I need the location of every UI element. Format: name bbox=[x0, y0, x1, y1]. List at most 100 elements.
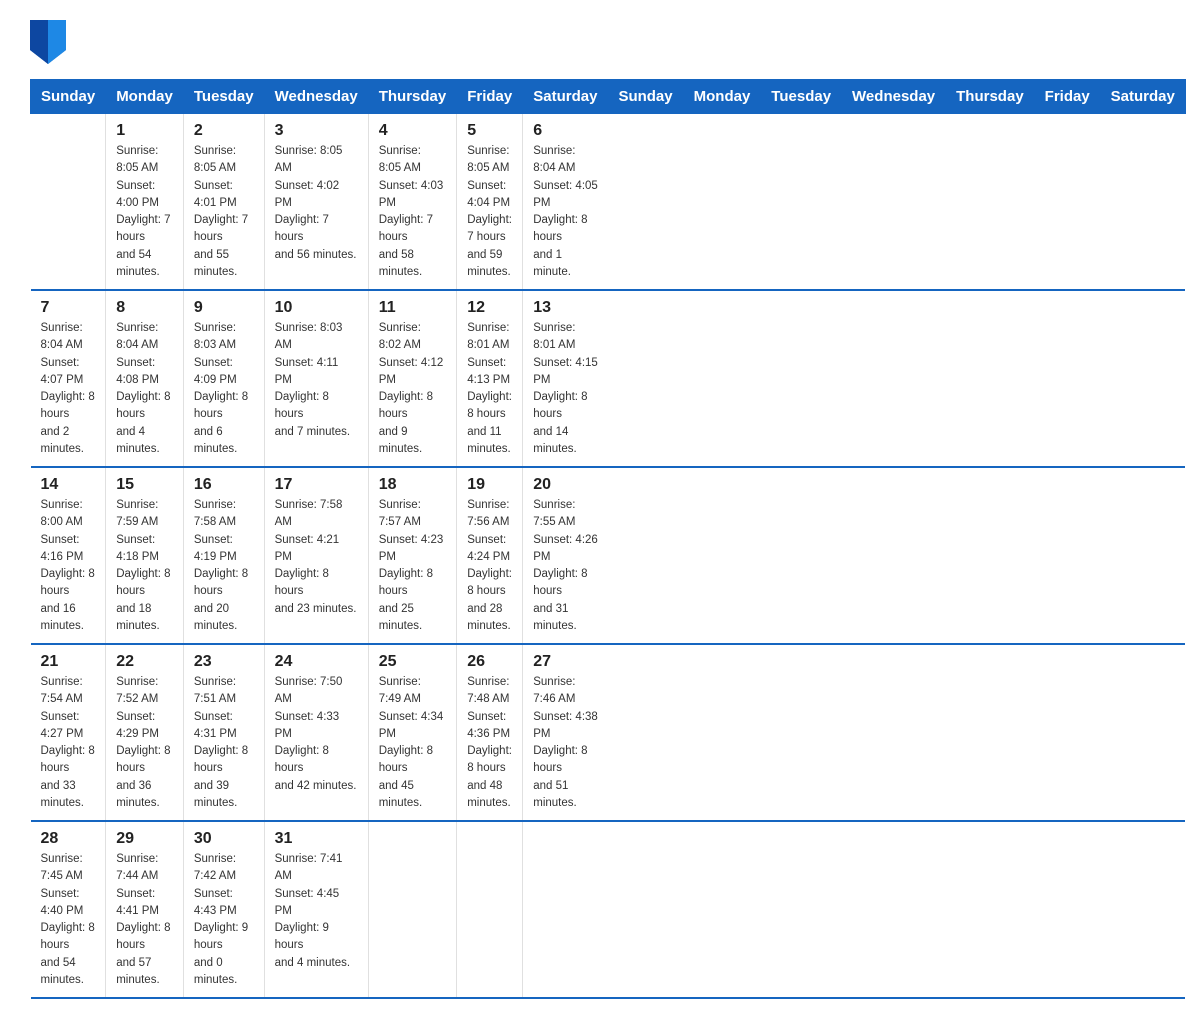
day-number: 16 bbox=[194, 476, 254, 494]
day-number: 10 bbox=[275, 299, 358, 317]
calendar-cell: 19 Sunrise: 7:56 AM Sunset: 4:24 PM Dayli… bbox=[457, 467, 523, 644]
day-info: Sunrise: 7:59 AM Sunset: 4:18 PM Dayligh… bbox=[116, 497, 173, 635]
day-info: Sunrise: 8:04 AM Sunset: 4:08 PM Dayligh… bbox=[116, 320, 173, 458]
calendar-week-row: 21 Sunrise: 7:54 AM Sunset: 4:27 PM Dayli… bbox=[31, 644, 1186, 821]
day-info: Sunrise: 8:04 AM Sunset: 4:07 PM Dayligh… bbox=[41, 320, 96, 458]
calendar-cell: 1 Sunrise: 8:05 AM Sunset: 4:00 PM Daylig… bbox=[106, 114, 184, 291]
day-number: 3 bbox=[275, 122, 358, 140]
calendar-week-row: 7 Sunrise: 8:04 AM Sunset: 4:07 PM Daylig… bbox=[31, 290, 1186, 467]
day-number: 12 bbox=[467, 299, 512, 317]
calendar-week-row: 14 Sunrise: 8:00 AM Sunset: 4:16 PM Dayli… bbox=[31, 467, 1186, 644]
day-info: Sunrise: 7:54 AM Sunset: 4:27 PM Dayligh… bbox=[41, 674, 96, 812]
calendar-cell: 18Sunrise: 7:57 AM Sunset: 4:23 PM Dayli… bbox=[368, 467, 457, 644]
header-day-saturday: Saturday bbox=[1100, 80, 1185, 114]
day-info: Sunrise: 7:49 AM Sunset: 4:34 PM Dayligh… bbox=[379, 674, 447, 812]
calendar-cell: 15 Sunrise: 7:59 AM Sunset: 4:18 PM Dayli… bbox=[106, 467, 184, 644]
calendar-cell: 14 Sunrise: 8:00 AM Sunset: 4:16 PM Dayli… bbox=[31, 467, 106, 644]
day-number: 1 bbox=[116, 122, 173, 140]
day-info: Sunrise: 8:05 AM Sunset: 4:01 PM Dayligh… bbox=[194, 143, 254, 281]
day-info: Sunrise: 7:44 AM Sunset: 4:41 PM Dayligh… bbox=[116, 851, 173, 989]
header-saturday: Saturday bbox=[523, 80, 608, 114]
day-number: 25 bbox=[379, 653, 447, 671]
day-info: Sunrise: 7:48 AM Sunset: 4:36 PM Dayligh… bbox=[467, 674, 512, 812]
day-number: 7 bbox=[41, 299, 96, 317]
calendar-cell: 8 Sunrise: 8:04 AM Sunset: 4:08 PM Daylig… bbox=[106, 290, 184, 467]
day-info: Sunrise: 7:42 AM Sunset: 4:43 PM Dayligh… bbox=[194, 851, 254, 989]
calendar-cell: 6Sunrise: 8:04 AM Sunset: 4:05 PM Daylig… bbox=[523, 114, 608, 291]
calendar-cell: 28Sunrise: 7:45 AM Sunset: 4:40 PM Dayli… bbox=[31, 821, 106, 998]
calendar-cell: 31 Sunrise: 7:41 AM Sunset: 4:45 PM Dayli… bbox=[264, 821, 368, 998]
day-info: Sunrise: 8:00 AM Sunset: 4:16 PM Dayligh… bbox=[41, 497, 96, 635]
calendar-cell: 10 Sunrise: 8:03 AM Sunset: 4:11 PM Dayli… bbox=[264, 290, 368, 467]
day-info: Sunrise: 8:03 AM Sunset: 4:11 PM Dayligh… bbox=[275, 320, 358, 441]
day-number: 20 bbox=[533, 476, 598, 494]
day-number: 13 bbox=[533, 299, 598, 317]
day-info: Sunrise: 8:05 AM Sunset: 4:00 PM Dayligh… bbox=[116, 143, 173, 281]
calendar-cell: 21 Sunrise: 7:54 AM Sunset: 4:27 PM Dayli… bbox=[31, 644, 106, 821]
day-number: 24 bbox=[275, 653, 358, 671]
day-info: Sunrise: 8:03 AM Sunset: 4:09 PM Dayligh… bbox=[194, 320, 254, 458]
day-number: 4 bbox=[379, 122, 447, 140]
day-info: Sunrise: 8:02 AM Sunset: 4:12 PM Dayligh… bbox=[379, 320, 447, 458]
calendar-cell bbox=[457, 821, 523, 998]
day-number: 8 bbox=[116, 299, 173, 317]
calendar-cell bbox=[523, 821, 608, 998]
day-number: 15 bbox=[116, 476, 173, 494]
header-friday: Friday bbox=[457, 80, 523, 114]
day-number: 2 bbox=[194, 122, 254, 140]
day-info: Sunrise: 7:52 AM Sunset: 4:29 PM Dayligh… bbox=[116, 674, 173, 812]
day-info: Sunrise: 7:50 AM Sunset: 4:33 PM Dayligh… bbox=[275, 674, 358, 795]
calendar-cell: 30 Sunrise: 7:42 AM Sunset: 4:43 PM Dayli… bbox=[183, 821, 264, 998]
calendar-cell: 17 Sunrise: 7:58 AM Sunset: 4:21 PM Dayli… bbox=[264, 467, 368, 644]
calendar-cell: 26 Sunrise: 7:48 AM Sunset: 4:36 PM Dayli… bbox=[457, 644, 523, 821]
day-number: 9 bbox=[194, 299, 254, 317]
day-info: Sunrise: 7:58 AM Sunset: 4:21 PM Dayligh… bbox=[275, 497, 358, 618]
day-number: 11 bbox=[379, 299, 447, 317]
calendar-cell: 5Sunrise: 8:05 AM Sunset: 4:04 PM Daylig… bbox=[457, 114, 523, 291]
day-number: 17 bbox=[275, 476, 358, 494]
header-day-tuesday: Tuesday bbox=[761, 80, 842, 114]
day-info: Sunrise: 8:05 AM Sunset: 4:03 PM Dayligh… bbox=[379, 143, 447, 281]
header-day-sunday: Sunday bbox=[608, 80, 683, 114]
calendar-cell: 16 Sunrise: 7:58 AM Sunset: 4:19 PM Dayli… bbox=[183, 467, 264, 644]
day-number: 5 bbox=[467, 122, 512, 140]
header-wednesday: Wednesday bbox=[264, 80, 368, 114]
calendar-cell: 24 Sunrise: 7:50 AM Sunset: 4:33 PM Dayli… bbox=[264, 644, 368, 821]
calendar-cell: 27 Sunrise: 7:46 AM Sunset: 4:38 PM Dayli… bbox=[523, 644, 608, 821]
calendar-cell: 23 Sunrise: 7:51 AM Sunset: 4:31 PM Dayli… bbox=[183, 644, 264, 821]
day-info: Sunrise: 8:01 AM Sunset: 4:13 PM Dayligh… bbox=[467, 320, 512, 458]
calendar-cell: 3Sunrise: 8:05 AM Sunset: 4:02 PM Daylig… bbox=[264, 114, 368, 291]
day-info: Sunrise: 7:51 AM Sunset: 4:31 PM Dayligh… bbox=[194, 674, 254, 812]
calendar-week-row: 1 Sunrise: 8:05 AM Sunset: 4:00 PM Daylig… bbox=[31, 114, 1186, 291]
calendar-cell: 12 Sunrise: 8:01 AM Sunset: 4:13 PM Dayli… bbox=[457, 290, 523, 467]
day-number: 30 bbox=[194, 830, 254, 848]
calendar-cell: 9 Sunrise: 8:03 AM Sunset: 4:09 PM Daylig… bbox=[183, 290, 264, 467]
day-info: Sunrise: 7:56 AM Sunset: 4:24 PM Dayligh… bbox=[467, 497, 512, 635]
calendar-cell: 11 Sunrise: 8:02 AM Sunset: 4:12 PM Dayli… bbox=[368, 290, 457, 467]
calendar-table: SundayMondayTuesdayWednesdayThursdayFrid… bbox=[30, 79, 1186, 999]
calendar-cell: 4 Sunrise: 8:05 AM Sunset: 4:03 PM Daylig… bbox=[368, 114, 457, 291]
page-header bbox=[30, 20, 1158, 69]
day-number: 19 bbox=[467, 476, 512, 494]
day-info: Sunrise: 7:46 AM Sunset: 4:38 PM Dayligh… bbox=[533, 674, 598, 812]
day-number: 31 bbox=[275, 830, 358, 848]
day-info: Sunrise: 8:01 AM Sunset: 4:15 PM Dayligh… bbox=[533, 320, 598, 458]
calendar-cell: 22Sunrise: 7:52 AM Sunset: 4:29 PM Dayli… bbox=[106, 644, 184, 821]
day-info: Sunrise: 7:41 AM Sunset: 4:45 PM Dayligh… bbox=[275, 851, 358, 972]
day-number: 6 bbox=[533, 122, 598, 140]
day-info: Sunrise: 7:58 AM Sunset: 4:19 PM Dayligh… bbox=[194, 497, 254, 635]
header-day-thursday: Thursday bbox=[946, 80, 1035, 114]
day-number: 27 bbox=[533, 653, 598, 671]
day-number: 23 bbox=[194, 653, 254, 671]
day-number: 21 bbox=[41, 653, 96, 671]
day-number: 14 bbox=[41, 476, 96, 494]
day-info: Sunrise: 7:57 AM Sunset: 4:23 PM Dayligh… bbox=[379, 497, 447, 635]
calendar-cell: 2 Sunrise: 8:05 AM Sunset: 4:01 PM Daylig… bbox=[183, 114, 264, 291]
day-number: 28 bbox=[41, 830, 96, 848]
calendar-header-row: SundayMondayTuesdayWednesdayThursdayFrid… bbox=[31, 80, 1186, 114]
calendar-cell: 13 Sunrise: 8:01 AM Sunset: 4:15 PM Dayli… bbox=[523, 290, 608, 467]
day-number: 26 bbox=[467, 653, 512, 671]
calendar-cell: 7 Sunrise: 8:04 AM Sunset: 4:07 PM Daylig… bbox=[31, 290, 106, 467]
calendar-cell: 25 Sunrise: 7:49 AM Sunset: 4:34 PM Dayli… bbox=[368, 644, 457, 821]
header-tuesday: Tuesday bbox=[183, 80, 264, 114]
